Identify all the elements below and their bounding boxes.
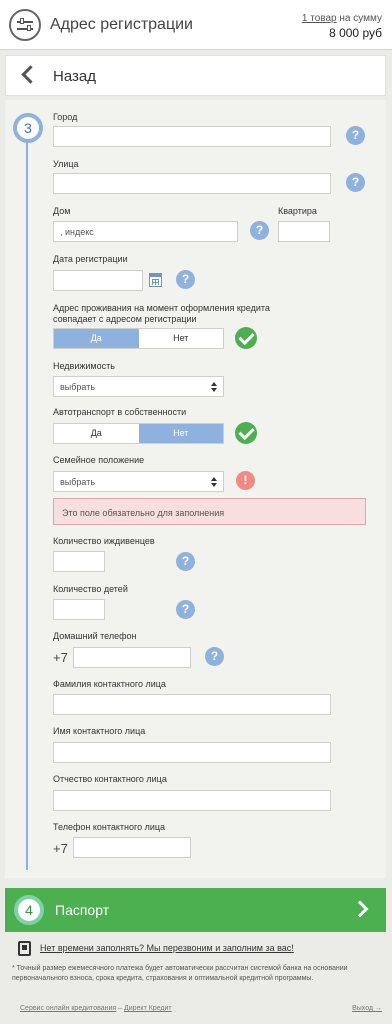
settings-sliders-icon[interactable] (9, 9, 41, 41)
app-header: Адрес регистрации 1 товар на сумму 8 000… (0, 0, 392, 50)
check-icon (235, 422, 257, 444)
help-icon[interactable]: ? (176, 270, 195, 289)
same-address-label-line1: Адрес проживания на момент оформления кр… (53, 303, 270, 313)
cart-sum: 8 000 руб (329, 26, 382, 40)
same-address-label-line2: совпадает с адресом регистрации (53, 314, 197, 324)
help-icon[interactable]: ? (205, 647, 224, 666)
street-label: Улица (53, 159, 79, 169)
service-sep: – (116, 1005, 124, 1012)
step-badge-next: 4 (14, 895, 44, 925)
service-credit: Сервис онлайн кредитования – Директ Кред… (20, 1005, 172, 1012)
next-step-label: Паспорт (55, 902, 110, 918)
car-label: Автотранспорт в собственности (53, 407, 187, 417)
contact-middle-input[interactable] (53, 790, 331, 811)
service-brand-link[interactable]: Директ Кредит (124, 1005, 172, 1012)
city-input[interactable] (53, 126, 331, 147)
car-no[interactable]: Нет (138, 424, 223, 443)
property-label: Недвижимость (53, 361, 115, 371)
payment-note: * Точный размер ежемесячного платежа буд… (12, 965, 348, 982)
contact-phone-label: Телефон контактного лица (53, 822, 166, 832)
select-arrows-icon (211, 380, 217, 394)
contact-middle-label: Отчество контактного лица (53, 774, 167, 784)
phone-icon (18, 941, 31, 956)
help-icon[interactable]: ? (176, 600, 195, 619)
help-icon[interactable]: ? (176, 552, 195, 571)
registration-address-form: 3 Город ? Улица ? Дом , индекс ? Квартир… (5, 100, 386, 878)
chevron-right-icon (351, 900, 369, 918)
reg-date-label: Дата регистрации (53, 254, 128, 264)
dependents-label: Количество иждивенцев (53, 536, 155, 546)
property-select[interactable]: выбрать (53, 376, 224, 397)
same-address-yes[interactable]: Да (54, 329, 139, 348)
cart-text: на сумму (336, 13, 382, 24)
flat-input[interactable] (278, 221, 330, 242)
service-link[interactable]: Сервис онлайн кредитования (20, 1005, 116, 1012)
home-phone-input[interactable] (73, 647, 191, 668)
contact-first-label: Имя контактного лица (53, 726, 146, 736)
marital-label: Семейное положение (53, 455, 145, 465)
warning-icon: ! (236, 471, 255, 490)
step-timeline (26, 140, 28, 870)
calendar-icon[interactable] (149, 273, 162, 287)
contact-phone-input[interactable] (73, 837, 191, 858)
same-address-toggle: Да Нет (53, 328, 224, 349)
children-label: Количество детей (53, 584, 128, 594)
children-input[interactable] (53, 599, 105, 620)
callback-link[interactable]: Нет времени заполнять? Мы перезвоним и з… (40, 943, 294, 953)
home-phone-label: Домашний телефон (53, 631, 137, 641)
reg-date-input[interactable] (53, 270, 143, 291)
logout-link[interactable]: Выход → (352, 1005, 382, 1012)
back-label: Назад (53, 68, 96, 85)
next-step-passport[interactable]: 4 Паспорт (5, 888, 386, 932)
step-badge-current: 3 (13, 113, 43, 143)
back-button[interactable]: Назад (5, 55, 386, 96)
marital-select[interactable]: выбрать (53, 471, 224, 492)
select-arrows-icon (211, 475, 217, 489)
car-yes[interactable]: Да (54, 424, 139, 443)
contact-phone-prefix: +7 (53, 841, 68, 856)
contact-last-label: Фамилия контактного лица (53, 679, 166, 689)
marital-select-value: выбрать (60, 477, 96, 487)
house-input[interactable]: , индекс (53, 221, 238, 242)
home-phone-prefix: +7 (53, 650, 68, 665)
contact-first-input[interactable] (53, 742, 331, 763)
marital-error-message: Это поле обязательно для заполнения (53, 498, 366, 525)
check-icon (235, 327, 257, 349)
same-address-no[interactable]: Нет (139, 329, 224, 348)
dependents-input[interactable] (53, 551, 105, 572)
help-icon[interactable]: ? (346, 173, 365, 192)
property-select-value: выбрать (60, 382, 96, 392)
street-input[interactable] (53, 173, 331, 194)
help-icon[interactable]: ? (250, 221, 269, 240)
page-title: Адрес регистрации (50, 16, 193, 33)
help-icon[interactable]: ? (346, 126, 365, 145)
city-label: Город (53, 112, 78, 122)
cart-link[interactable]: 1 товар (302, 13, 337, 24)
cart-summary: 1 товар на сумму 8 000 руб (302, 13, 382, 40)
flat-label: Квартира (278, 206, 317, 216)
car-toggle: Да Нет (53, 423, 224, 444)
contact-last-input[interactable] (53, 694, 331, 715)
chevron-left-icon (21, 65, 40, 84)
house-label: Дом (53, 206, 71, 216)
same-address-label: Адрес проживания на момент оформления кр… (53, 303, 270, 325)
